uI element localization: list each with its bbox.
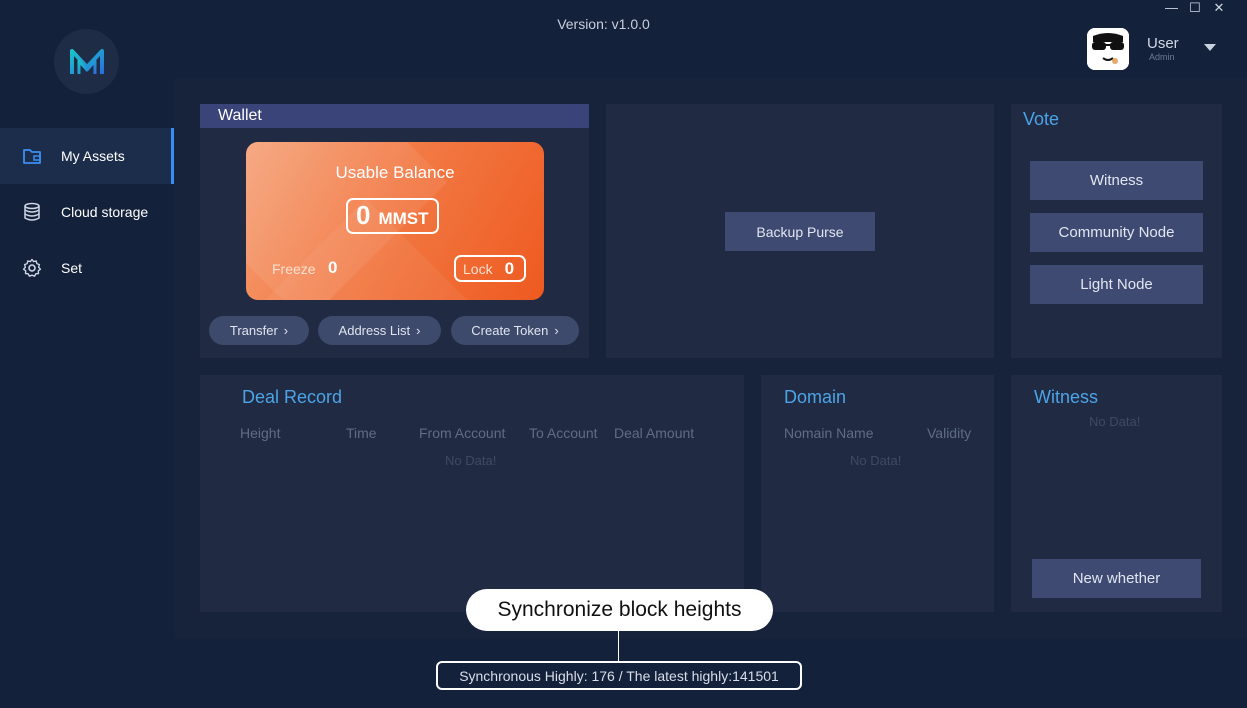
column-header: Deal Amount [614, 425, 695, 441]
chevron-down-icon[interactable] [1204, 44, 1216, 51]
window-controls: — ☐ ✕ [1165, 1, 1225, 14]
lock-value: 0 [504, 258, 515, 278]
column-header: Time [346, 425, 377, 441]
address-list-label: Address List [338, 323, 411, 338]
sidebar-item-label: Set [61, 260, 83, 276]
wallet-header: Wallet [200, 104, 589, 128]
balance-card: Usable Balance 0 MMST Freeze 0 Lock 0 [246, 142, 544, 300]
transfer-label: Transfer [229, 323, 278, 338]
chevron-right-icon: › [283, 323, 289, 338]
sync-tooltip: Synchronize block heights [466, 589, 773, 631]
maximize-icon[interactable]: ☐ [1189, 1, 1201, 14]
balance-unit: MMST [378, 209, 429, 228]
logo-m-icon [69, 48, 104, 74]
sidebar-item-label: Cloud storage [61, 204, 149, 220]
sidebar-item-my-assets[interactable]: My Assets [0, 128, 174, 184]
light-node-button[interactable]: Light Node [1030, 265, 1203, 304]
witness-title: Witness [1034, 387, 1099, 407]
empty-state: No Data! [1089, 414, 1141, 429]
backup-purse-button[interactable]: Backup Purse [725, 212, 875, 251]
balance-display: 0 MMST [346, 198, 439, 234]
tooltip-connector [618, 631, 619, 661]
close-icon[interactable]: ✕ [1213, 1, 1225, 14]
avatar[interactable] [1087, 28, 1129, 70]
lock-label: Lock [463, 260, 493, 277]
wallet-icon [22, 146, 42, 166]
create-token-label: Create Token [471, 323, 549, 338]
domain-panel [761, 375, 994, 612]
lock-display: Lock 0 [454, 255, 526, 282]
version-label: Version: v1.0.0 [557, 16, 650, 32]
column-header: To Account [529, 425, 598, 441]
freeze-label: Freeze [272, 261, 316, 277]
create-token-button[interactable]: Create Token › [451, 316, 579, 345]
freeze-value: 0 [328, 258, 338, 277]
usable-balance-label: Usable Balance [335, 163, 455, 182]
sidebar-item-label: My Assets [61, 148, 125, 164]
user-role: Admin [1149, 52, 1175, 62]
column-header: Validity [927, 425, 972, 441]
user-name[interactable]: User [1147, 35, 1179, 52]
chevron-right-icon: › [416, 323, 421, 338]
domain-title: Domain [784, 387, 847, 407]
sidebar-item-set[interactable]: Set [0, 240, 174, 296]
chevron-right-icon: › [554, 323, 559, 338]
deal-record-panel [200, 375, 744, 612]
column-header: Height [240, 425, 281, 441]
witness-vote-button[interactable]: Witness [1030, 161, 1203, 200]
sync-status: Synchronous Highly: 176 / The latest hig… [436, 661, 802, 690]
sidebar-item-cloud-storage[interactable]: Cloud storage [0, 184, 174, 240]
empty-state: No Data! [850, 453, 902, 468]
new-whether-button[interactable]: New whether [1032, 559, 1201, 598]
balance-value: 0 [356, 200, 371, 230]
app-logo [54, 29, 119, 94]
database-icon [22, 202, 42, 222]
transfer-button[interactable]: Transfer › [209, 316, 309, 345]
empty-state: No Data! [445, 453, 497, 468]
community-node-button[interactable]: Community Node [1030, 213, 1203, 252]
column-header: From Account [419, 425, 506, 441]
minimize-icon[interactable]: — [1165, 1, 1178, 14]
vote-title: Vote [1023, 109, 1060, 129]
gear-icon [22, 258, 42, 278]
column-header: Nomain Name [784, 425, 874, 441]
address-list-button[interactable]: Address List › [318, 316, 441, 345]
avatar-image [1087, 28, 1129, 70]
deal-record-title: Deal Record [242, 387, 343, 407]
